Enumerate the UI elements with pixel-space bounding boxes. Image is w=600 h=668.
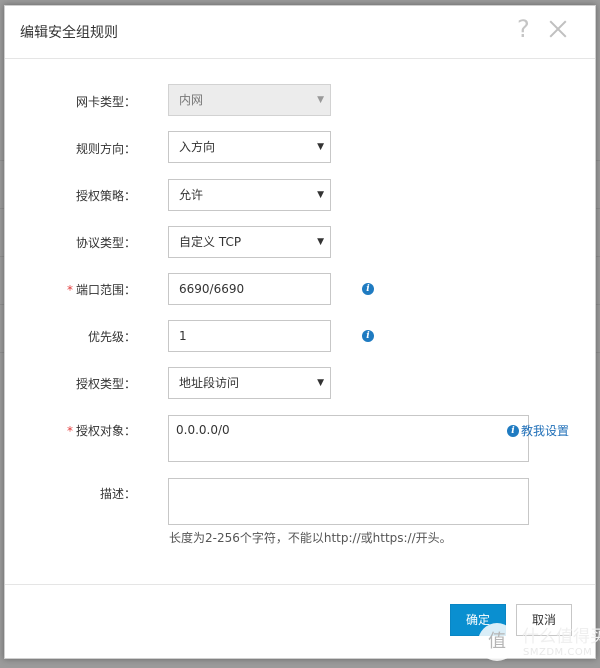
info-icon[interactable]: i xyxy=(362,283,374,295)
priority-input[interactable]: 1 xyxy=(168,320,331,352)
dialog-header: 编辑安全组规则 ? xyxy=(5,6,595,59)
policy-label: 授权策略： xyxy=(75,189,136,203)
direction-label: 规则方向： xyxy=(75,142,136,156)
watermark-text: 什么值得买 xyxy=(522,627,600,647)
priority-value: 1 xyxy=(179,329,187,343)
watermark-badge: 值 xyxy=(478,623,516,661)
auth-object-value: 0.0.0.0/0 xyxy=(176,423,230,437)
auth-object-textarea[interactable]: 0.0.0.0/0 xyxy=(168,415,529,462)
footer-divider xyxy=(5,584,595,585)
required-mark: * xyxy=(66,283,73,297)
caret-down-icon: ▼ xyxy=(317,378,324,388)
watermark: 值 什么值得买 SMZDM.COM xyxy=(472,619,600,668)
auth-object-label: * 授权对象： xyxy=(5,422,136,439)
caret-down-icon: ▼ xyxy=(317,190,324,200)
description-hint: 长度为2-256个字符，不能以http://或https://开头。 xyxy=(169,531,452,545)
watermark-subtext: SMZDM.COM xyxy=(523,647,593,658)
auth-type-label: 授权类型： xyxy=(75,377,136,391)
help-link[interactable]: 教我设置 xyxy=(521,422,569,439)
protocol-label: 协议类型： xyxy=(75,236,136,250)
protocol-value: 自定义 TCP xyxy=(179,235,242,249)
dialog-title: 编辑安全组规则 xyxy=(20,25,118,41)
direction-value: 入方向 xyxy=(179,140,216,154)
nic-type-label: 网卡类型： xyxy=(75,95,136,109)
nic-type-select: 内网 ▼ xyxy=(168,84,331,116)
port-range-label: * 端口范围： xyxy=(5,281,136,298)
port-range-input[interactable]: 6690/6690 xyxy=(168,273,331,305)
caret-down-icon: ▼ xyxy=(317,142,324,152)
direction-select[interactable]: 入方向 ▼ xyxy=(168,131,331,163)
edit-security-group-rule-dialog: 编辑安全组规则 ? 网卡类型： 内网 ▼ 规则方向： 入方向 ▼ 授权策略： 允… xyxy=(4,5,596,659)
caret-down-icon: ▼ xyxy=(317,95,324,105)
caret-down-icon: ▼ xyxy=(317,237,324,247)
protocol-select[interactable]: 自定义 TCP ▼ xyxy=(168,226,331,258)
info-icon[interactable]: i xyxy=(362,330,374,342)
auth-type-select[interactable]: 地址段访问 ▼ xyxy=(168,367,331,399)
priority-label: 优先级： xyxy=(87,330,136,344)
info-icon: i xyxy=(507,425,519,437)
port-range-label-text: 端口范围： xyxy=(75,283,136,297)
policy-value: 允许 xyxy=(179,188,204,202)
auth-type-value: 地址段访问 xyxy=(179,376,240,390)
nic-type-value: 内网 xyxy=(179,93,204,107)
help-icon[interactable]: ? xyxy=(517,17,530,41)
auth-object-label-text: 授权对象： xyxy=(75,424,136,438)
policy-select[interactable]: 允许 ▼ xyxy=(168,179,331,211)
required-mark: * xyxy=(66,424,73,438)
description-label: 描述： xyxy=(99,487,136,501)
description-textarea[interactable] xyxy=(168,478,529,525)
close-icon[interactable] xyxy=(548,19,568,39)
port-range-value: 6690/6690 xyxy=(179,282,245,296)
